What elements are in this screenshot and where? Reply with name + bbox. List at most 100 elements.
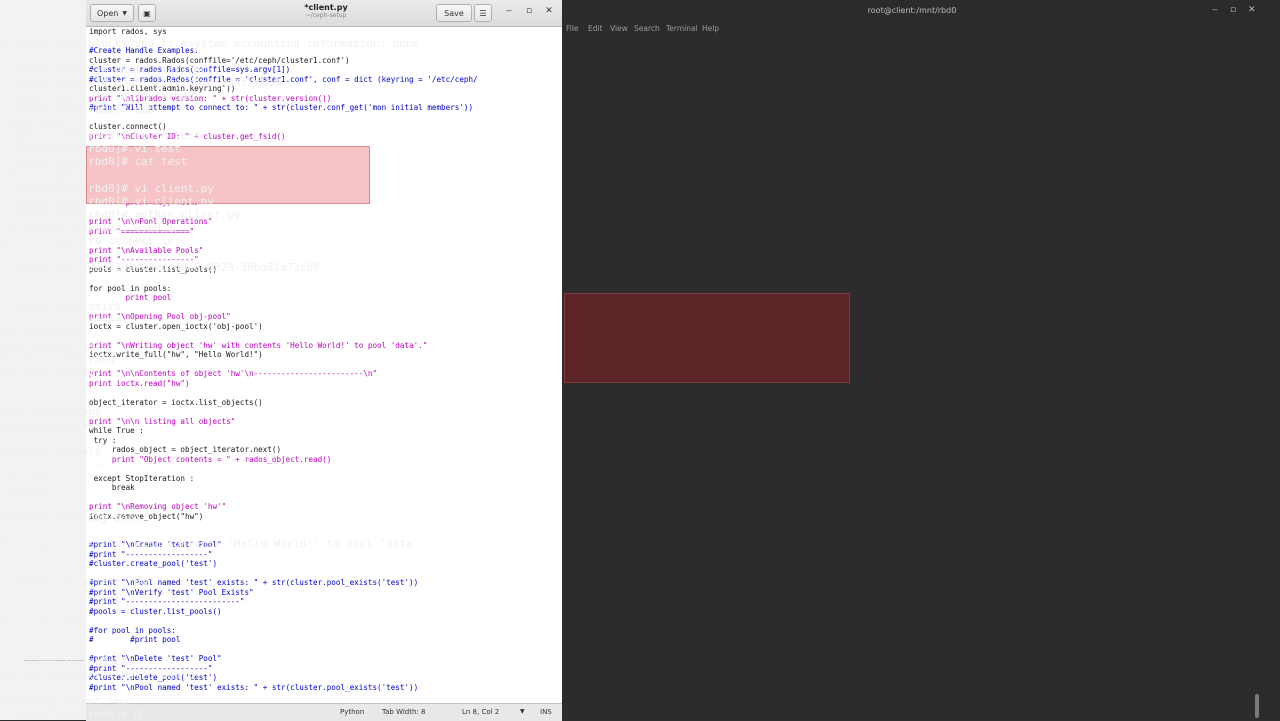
terminal-line: ================== <box>2 313 692 326</box>
new-document-button[interactable]: ▣ <box>138 4 156 22</box>
menu-terminal[interactable]: Terminal <box>666 24 698 33</box>
maximize-icon[interactable]: ▫ <box>1230 5 1236 15</box>
terminal-line: [root@client rbd0]# vi test <box>2 142 692 155</box>
terminal-line: Will attempt to connect to: <box>2 234 692 247</box>
menu-search[interactable]: Search <box>634 24 660 33</box>
terminal-line-text: Opening Pool obj-pool <box>2 510 142 524</box>
terminal-line: kb_used 505560 <box>2 366 692 379</box>
file-title: *client.py <box>304 3 348 12</box>
file-path: ~/ceph-setup <box>305 12 347 19</box>
terminal-line-text: rbd-pool <box>2 484 55 498</box>
terminal-line-text: Cluster Statistics <box>2 300 122 314</box>
terminal-line: kb_avail 30917868 <box>2 353 692 366</box>
menu-edit[interactable]: Edit <box>588 24 603 33</box>
terminal-line-text: [root@client ~]# mount /dev/rbd0 /mnt/rb… <box>2 76 281 90</box>
terminal-line: [root@client rbd0]# python client.py <box>2 208 692 221</box>
terminal-line: kb 31423428 <box>2 326 692 339</box>
terminal-line-text: listing all objects <box>2 655 135 669</box>
terminal-line-text: kb_avail 30917868 <box>2 352 115 366</box>
minimize-icon[interactable]: ‒ <box>502 6 516 16</box>
maximize-icon[interactable]: ▫ <box>522 6 536 16</box>
terminal-header-bar: root@client:/mnt/rbd0 ‒ ▫ ✕ <box>562 0 1280 23</box>
terminal-line: [root@client rbd0]# touch test <box>2 129 692 142</box>
close-icon[interactable]: ✕ <box>542 6 556 16</box>
terminal-line-text: num_objects 48 <box>2 339 95 353</box>
terminal-line: [root@client rbd0]# cat test <box>2 155 692 168</box>
terminal-line-text: Object contents = Hello World! <box>2 668 201 682</box>
menu-view[interactable]: View <box>610 24 628 33</box>
terminal-line: ---------------- <box>2 458 692 471</box>
open-button[interactable]: Open ▼ <box>90 4 134 22</box>
terminal-line-text: [root@client rbd0]# vi test <box>2 142 181 156</box>
terminal-line-text: [root@client ~]# cd /mnt/rbd0 <box>2 89 195 103</box>
terminal-line: Writing object 'hw' with contents 'Hello… <box>2 537 692 550</box>
terminal-line-text: Pool Operations <box>2 405 102 419</box>
close-icon[interactable]: ✕ <box>1248 5 1256 15</box>
terminal-line: [root@client rbd0]# vi client.py <box>2 195 692 208</box>
document-icon: ▣ <box>143 8 151 18</box>
terminal-line-text: /nlibrados version: 0.69.1 <box>2 221 175 235</box>
terminal-line-text: ================== <box>2 313 122 327</box>
terminal-line: Cluster Statistics <box>2 300 692 313</box>
terminal-line-text: /mnt/rbd0 <box>2 115 62 129</box>
save-button-label: Save <box>444 8 464 18</box>
terminal-line: Hello World! <box>2 616 692 629</box>
terminal-line: /mnt/rbd0 <box>2 116 692 129</box>
terminal-line-text: [root@client rbd0]# vi client.py <box>2 181 214 195</box>
terminal-line: obj-pool <box>2 471 692 484</box>
terminal-line: [root@client rbd0]# vi client.py <box>2 182 692 195</box>
code-line[interactable]: import rados, sys <box>88 27 558 37</box>
terminal-scrollbar[interactable] <box>1254 36 1260 720</box>
terminal-line: [root@client ~]# mkdir /mnt/rbd0 <box>2 63 692 76</box>
terminal-line: [root@client ~]# mount /dev/rbd0 /mnt/rb… <box>2 76 692 89</box>
open-button-label: Open <box>97 8 119 18</box>
hamburger-menu-button[interactable]: ☰ <box>474 4 492 22</box>
terminal-line: [root@client ~]# cd /mnt/rbd0 <box>2 90 692 103</box>
scrollbar-thumb[interactable] <box>1255 694 1259 718</box>
terminal-line: Object contents = Hello World! <box>2 669 692 682</box>
terminal-line: rbd-pool <box>2 484 692 497</box>
terminal-line-text: kb_used 505560 <box>2 365 95 379</box>
terminal-line: ------------------------ <box>2 590 692 603</box>
terminal-line: [root@client rbd0]# pwd <box>2 103 692 116</box>
terminal-line: Removing object 'hw' <box>2 695 692 708</box>
text-cursor <box>134 708 142 720</box>
minimize-icon[interactable]: ‒ <box>1212 5 1218 15</box>
terminal-line: =============== <box>2 419 692 432</box>
terminal-line-text: kb 31423428 <box>2 326 75 340</box>
chevron-down-icon: ▼ <box>122 9 127 17</box>
terminal-line: Pool Operations <box>2 405 692 418</box>
terminal-line-text: [root@client rbd0]# pwd <box>2 102 155 116</box>
terminal-line: listing all objects <box>2 655 692 668</box>
terminal-line-text: =============== <box>2 418 102 432</box>
terminal-line-text: [root@client rbd0]# cat test <box>2 155 188 169</box>
hamburger-icon: ☰ <box>479 8 487 18</box>
terminal-line-text: Hello World! <box>2 615 82 629</box>
editor-header-bar: Open ▼ ▣ *client.py ~/ceph-setup Save ☰ … <box>86 0 562 27</box>
save-button[interactable]: Save <box>436 4 472 22</box>
terminal-line: [root@client rbd0]# <box>2 708 692 720</box>
terminal-line-text: Writing superblocks and filesystem accou… <box>2 37 420 50</box>
menu-help[interactable]: Help <box>702 24 719 33</box>
terminal-line-text: ---------------- <box>2 458 108 471</box>
terminal-line-text: this is data <box>2 168 82 182</box>
terminal-line: Contents of object 'hw' <box>2 576 692 589</box>
terminal-line-text: Available Pools <box>2 444 102 458</box>
terminal-output[interactable]: Writing superblocks and filesystem accou… <box>2 37 692 720</box>
terminal-line-text: [root@client rbd0]# vi client.py <box>2 194 214 208</box>
menu-file[interactable]: File <box>566 24 579 33</box>
terminal-menu-bar: File Edit View Search Terminal Help <box>562 22 1280 36</box>
